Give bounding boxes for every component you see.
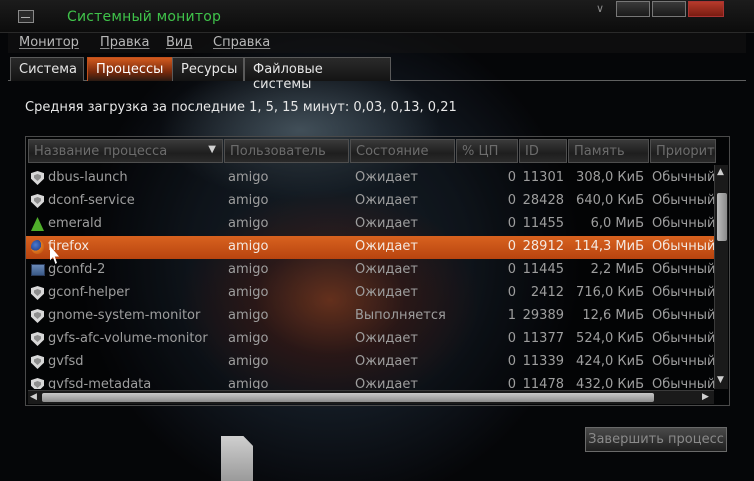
vertical-scrollbar[interactable]: ▲ ▼ bbox=[714, 165, 728, 389]
table-row[interactable]: gnome-system-monitor amigo Выполняется 1… bbox=[26, 305, 714, 328]
gconf-icon bbox=[31, 264, 45, 276]
table-row[interactable]: gconf-helper amigo Ожидает 0 2412 716,0 … bbox=[26, 282, 714, 305]
column-header-memory[interactable]: Память bbox=[568, 139, 649, 163]
menu-bar: Монитор Правка Вид Справка bbox=[8, 33, 746, 53]
scroll-up-icon[interactable]: ▲ bbox=[717, 167, 724, 177]
menu-help[interactable]: Справка bbox=[213, 35, 270, 50]
shield-icon bbox=[31, 286, 44, 300]
table-row[interactable]: gvfs-afc-volume-monitor amigo Ожидает 0 … bbox=[26, 328, 714, 351]
end-process-button[interactable]: Завершить процесс bbox=[585, 427, 727, 452]
scroll-down-icon[interactable]: ▼ bbox=[717, 375, 724, 385]
table-row[interactable]: gconfd-2 amigo Ожидает 0 11445 2,2 МиБ О… bbox=[26, 259, 714, 282]
shield-icon bbox=[31, 194, 44, 208]
maximize-button[interactable] bbox=[652, 1, 686, 17]
column-header-id[interactable]: ID bbox=[519, 139, 567, 163]
shield-icon bbox=[31, 171, 44, 185]
column-header-priority[interactable]: Приорит bbox=[650, 139, 716, 163]
shield-icon bbox=[31, 378, 44, 389]
table-row[interactable]: gvfsd amigo Ожидает 0 11339 424,0 КиБ Об… bbox=[26, 351, 714, 374]
load-average-text: Средняя загрузка за последние 1, 5, 15 м… bbox=[25, 100, 457, 115]
tab-bar: Система Процессы Ресурсы Файловые систем… bbox=[8, 57, 746, 92]
app-menu-icon[interactable] bbox=[18, 10, 34, 23]
emerald-icon bbox=[31, 217, 44, 231]
table-row[interactable]: dconf-service amigo Ожидает 0 28428 640,… bbox=[26, 190, 714, 213]
window-title: Системный монитор bbox=[67, 9, 222, 25]
horizontal-scroll-thumb[interactable] bbox=[42, 393, 654, 402]
shield-icon bbox=[31, 355, 44, 369]
column-header-name[interactable]: Название процесса ▼ bbox=[28, 139, 223, 163]
menu-monitor[interactable]: Монитор bbox=[19, 35, 79, 50]
menu-edit[interactable]: Правка bbox=[100, 35, 149, 50]
window-menu-chevron-icon[interactable]: ∨ bbox=[596, 2, 604, 15]
tab-processes[interactable]: Процессы bbox=[87, 57, 173, 81]
shield-icon bbox=[31, 309, 44, 323]
firefox-icon bbox=[31, 240, 44, 254]
tab-resources[interactable]: Ресурсы bbox=[172, 57, 244, 81]
column-header-state[interactable]: Состояние bbox=[350, 139, 455, 163]
vertical-scroll-thumb[interactable] bbox=[717, 193, 727, 241]
table-row[interactable]: dbus-launch amigo Ожидает 0 11301 308,0 … bbox=[26, 167, 714, 190]
table-row[interactable]: gvfsd-metadata amigo Ожидает 0 11478 432… bbox=[26, 374, 714, 389]
process-list: dbus-launch amigo Ожидает 0 11301 308,0 … bbox=[26, 167, 714, 389]
column-header-cpu[interactable]: % ЦП bbox=[456, 139, 518, 163]
close-button[interactable] bbox=[688, 1, 724, 17]
menu-view[interactable]: Вид bbox=[166, 35, 192, 50]
table-row[interactable]: emerald amigo Ожидает 0 11455 6,0 МиБ Об… bbox=[26, 213, 714, 236]
tab-system[interactable]: Система bbox=[10, 57, 84, 81]
desktop-document-icon[interactable] bbox=[221, 436, 253, 481]
scroll-left-icon[interactable]: ◀ bbox=[30, 392, 37, 402]
process-table: Название процесса ▼ Пользователь Состоян… bbox=[25, 136, 730, 406]
scroll-right-icon[interactable]: ▶ bbox=[702, 392, 709, 402]
minimize-button[interactable] bbox=[616, 1, 650, 17]
tab-file-systems[interactable]: Файловые системы bbox=[244, 57, 391, 92]
table-row-selected[interactable]: firefox amigo Ожидает 0 28912 114,3 МиБ … bbox=[26, 236, 714, 259]
column-header-user[interactable]: Пользователь bbox=[224, 139, 349, 163]
sort-descending-icon: ▼ bbox=[208, 144, 216, 155]
shield-icon bbox=[31, 332, 44, 346]
title-bar: Системный монитор ∨ bbox=[0, 0, 754, 33]
horizontal-scrollbar[interactable]: ◀ ▶ bbox=[28, 390, 714, 404]
table-header: Название процесса ▼ Пользователь Состоян… bbox=[28, 139, 716, 163]
